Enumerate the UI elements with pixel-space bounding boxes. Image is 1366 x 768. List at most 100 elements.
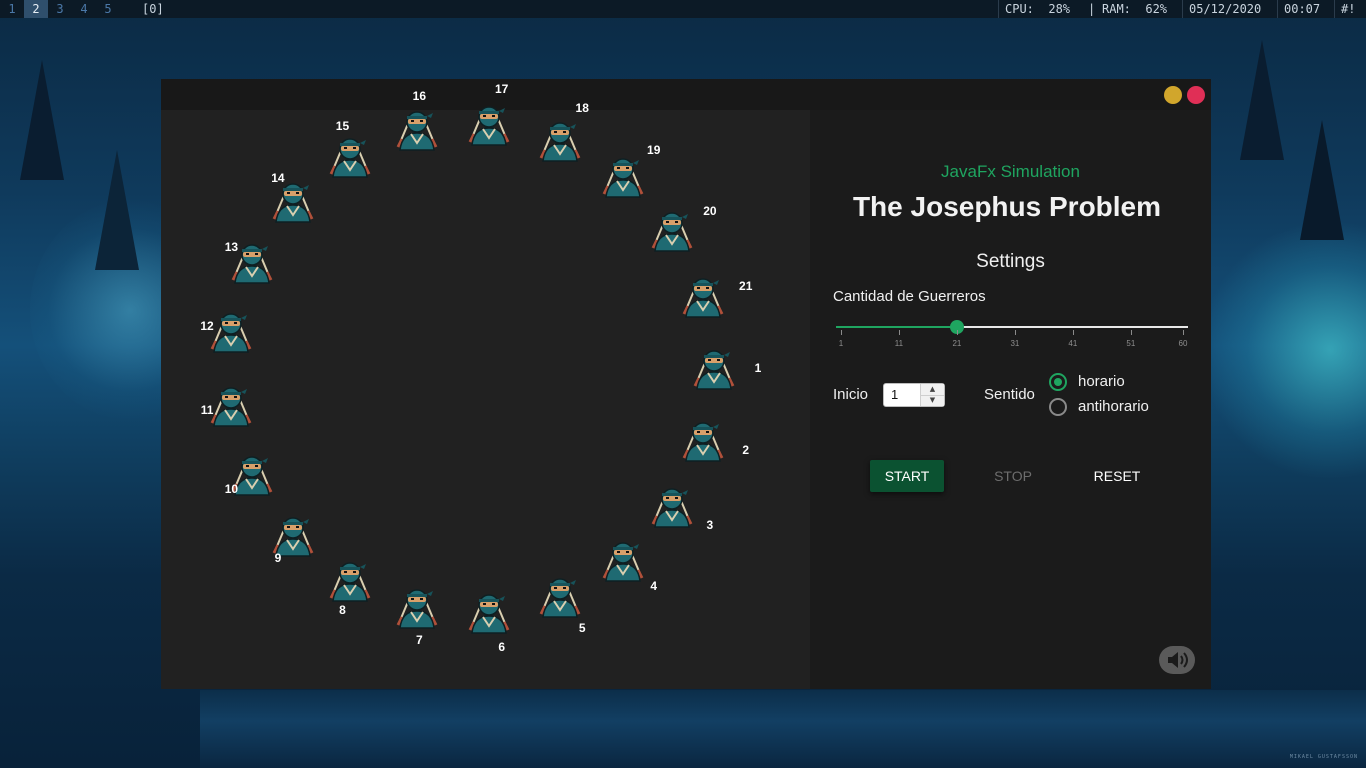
ninja-icon [396,589,438,629]
warrior-label: 9 [274,550,282,565]
warrior-8 [325,552,375,602]
warrior-20 [647,202,697,252]
radio-antihorario-label[interactable]: antihorario [1078,398,1149,415]
warrior-7 [392,579,442,629]
slider-tick-label: 11 [894,339,904,348]
warriors-count-label: Cantidad de Guerreros [833,288,986,305]
ninja-icon [210,386,252,427]
slider-tick [1072,330,1074,335]
warrior-label: 17 [495,82,509,97]
ram-usage: RAM: 62% [1102,2,1168,16]
warrior-label: 4 [650,579,658,594]
warrior-label: 5 [578,620,586,635]
warrior-2 [678,412,728,462]
workspace-3[interactable]: 3 [48,0,72,18]
warrior-label: 2 [742,443,750,458]
warrior-label: 18 [575,101,589,116]
warrior-label: 19 [647,142,661,157]
warrior-label: 1 [754,361,762,375]
settings-panel: JavaFx Simulation The Josephus Problem S… [810,110,1211,689]
wallpaper-glow [1200,220,1366,480]
ninja-icon [682,278,724,318]
radio-horario-label[interactable]: horario [1078,373,1125,390]
ninja-icon [539,578,581,618]
slider-tick-label: 41 [1068,339,1078,348]
stop-button[interactable]: STOP [978,460,1048,492]
spinner-arrows[interactable]: ▲ ▼ [920,384,944,406]
app-title: The Josephus Problem [852,191,1162,222]
ninja-icon [539,122,581,162]
workspace-4[interactable]: 4 [72,0,96,18]
warriors-count-slider[interactable]: 1 11 21 31 41 51 60 [836,316,1188,348]
warrior-11 [206,377,256,427]
ninja-icon [682,422,724,462]
simulation-canvas: 1 2 3 4 5 6 7 8 9 10 11 12 13 14 15 16 17 18 19 20 21 [161,82,810,689]
ninja-icon [272,516,314,557]
workspace-1[interactable]: 1 [0,0,24,18]
title-bar[interactable] [161,79,1211,110]
slider-tick [1130,330,1132,335]
slider-fill [836,326,957,328]
workspace-2[interactable]: 2 [24,0,48,18]
warrior-label: 11 [200,402,214,417]
ninja-icon [329,562,370,602]
warrior-label: 21 [739,278,753,293]
close-button[interactable] [1187,86,1205,104]
status-bar: 1 2 3 4 5 [0] CPU: 28% | RAM: 62% 05/12/… [0,0,1366,18]
slider-tick-label: 21 [952,339,962,348]
ninja-icon [396,111,438,151]
slider-tick [1183,330,1184,335]
layout-indicator: [0] [142,2,164,16]
warrior-5 [535,568,585,618]
ninja-icon [651,212,693,252]
inicio-value[interactable]: 1 [891,387,898,402]
warrior-label: 20 [703,203,717,218]
wallpaper-river [200,690,1366,768]
workspace-5[interactable]: 5 [96,0,120,18]
slider-tick-label: 51 [1126,339,1136,348]
warrior-label: 14 [271,171,285,186]
radio-horario[interactable] [1049,373,1067,391]
warrior-label: 16 [412,88,427,103]
radio-antihorario[interactable] [1049,398,1067,416]
warrior-3 [647,478,697,528]
warrior-label: 10 [224,482,239,497]
inicio-label: Inicio [833,386,869,403]
reset-button[interactable]: RESET [1082,460,1152,492]
separator: | [1088,2,1096,16]
warrior-label: 8 [339,602,346,617]
date: 05/12/2020 [1182,0,1277,18]
warrior-16 [392,101,442,151]
ninja-icon [651,488,693,528]
shebang-indicator: #! [1334,0,1366,18]
cpu-usage: CPU: 28% [998,0,1086,18]
slider-tick [841,330,842,335]
app-subtitle: JavaFx Simulation [941,162,1080,181]
settings-heading: Settings [976,251,1045,272]
spinner-down-icon[interactable]: ▼ [921,395,944,406]
start-button[interactable]: START [870,460,944,492]
warrior-17 [464,96,514,146]
slider-tick-label: 60 [1178,339,1188,348]
warrior-label: 7 [416,633,423,648]
warrior-label: 13 [224,239,239,254]
warrior-18 [535,112,585,162]
tree-silhouette [1240,40,1284,160]
slider-tick [956,330,958,335]
warrior-6 [464,584,514,635]
tree-silhouette [1300,120,1344,240]
warrior-15 [325,128,375,178]
clock: 00:07 [1277,0,1334,18]
slider-tick [898,330,900,335]
warrior-label: 15 [335,119,350,134]
ninja-icon [602,158,643,199]
warrior-1 [689,340,739,390]
ninja-icon [329,138,370,178]
sound-toggle-button[interactable] [1159,646,1195,674]
inicio-spinner[interactable]: 1 ▲ ▼ [883,383,945,407]
tree-silhouette [20,60,64,180]
wallpaper-credit: MIKAEL GUSTAFSSON [1289,754,1358,760]
minimize-button[interactable] [1164,86,1182,104]
ninja-icon [468,594,510,635]
ninja-icon [468,105,510,146]
